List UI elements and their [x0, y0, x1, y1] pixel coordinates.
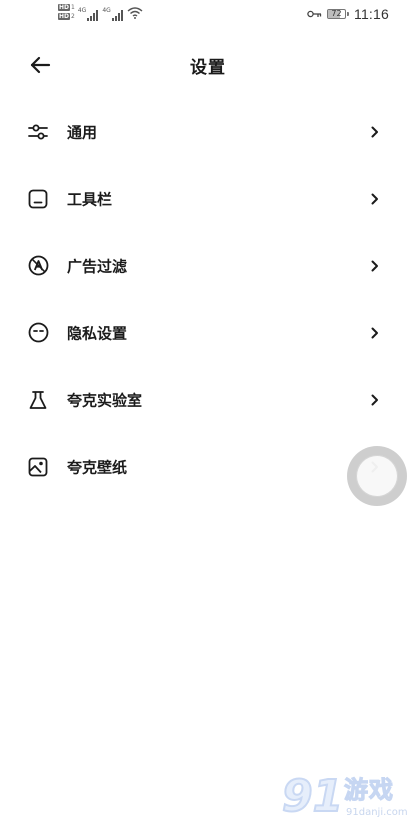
settings-item-ad-filter[interactable]: 广告过滤 [0, 232, 416, 299]
sliders-icon [27, 121, 49, 143]
wifi-icon [127, 3, 143, 19]
chevron-right-icon [369, 192, 381, 206]
settings-item-lab[interactable]: 夸克实验室 [0, 366, 416, 433]
settings-item-label: 通用 [67, 123, 98, 141]
status-bar-left: HD 1 HD 2 4G 4G [58, 3, 143, 21]
ad-filter-icon [27, 255, 49, 277]
hd-icon: HD 2 [58, 13, 75, 20]
signal-1-label: 4G [77, 7, 87, 14]
hd-icon: HD 1 [58, 4, 75, 11]
settings-list: 通用 工具栏 广告过滤 隐私设置 夸克实验室 夸克壁纸 [0, 98, 416, 500]
chevron-right-icon [369, 326, 381, 340]
battery-body: 72 [327, 9, 346, 19]
status-bar-right: 72 11:16 [307, 6, 389, 22]
settings-item-label: 广告过滤 [67, 257, 128, 275]
chevron-right-icon [369, 259, 381, 273]
status-bar: HD 1 HD 2 4G 4G 72 11:16 [0, 0, 416, 30]
hd-icons: HD 1 HD 2 [58, 4, 75, 20]
battery-tip [347, 12, 349, 16]
chevron-right-icon [369, 393, 381, 407]
watermark-url: 91danji.com [346, 807, 408, 818]
settings-item-label: 隐私设置 [67, 324, 128, 342]
battery-level: 72 [331, 9, 342, 18]
battery-icon: 72 [327, 9, 349, 19]
watermark-number: 91 [281, 771, 344, 822]
hd-badge-1-sub: 1 [71, 4, 75, 11]
privacy-icon [27, 322, 49, 344]
page-title: 设置 [190, 58, 226, 78]
signal-2-label: 4G [102, 7, 111, 14]
signal-icon: 4G [102, 7, 123, 21]
hd-badge-2-sub: 2 [71, 13, 75, 20]
header: 设置 [0, 40, 416, 90]
wallpaper-icon [27, 456, 49, 478]
assistive-touch-inner [356, 455, 398, 497]
key-icon [307, 10, 322, 18]
status-time: 11:16 [354, 6, 389, 22]
screen: HD 1 HD 2 4G 4G 72 11:16 设置 通用 工具栏 广告过滤 … [0, 0, 416, 829]
signal-icon: 4G [78, 7, 99, 21]
hd-badge-1-text: HD [58, 4, 71, 11]
watermark-text: 游戏 [344, 776, 394, 805]
chevron-right-icon [369, 125, 381, 139]
settings-item-general[interactable]: 通用 [0, 98, 416, 165]
flask-icon [27, 389, 49, 411]
settings-item-toolbar[interactable]: 工具栏 [0, 165, 416, 232]
settings-item-privacy[interactable]: 隐私设置 [0, 299, 416, 366]
settings-item-label: 工具栏 [67, 190, 113, 208]
toolbar-icon [27, 188, 49, 210]
settings-item-label: 夸克壁纸 [67, 458, 128, 476]
hd-badge-2-text: HD [58, 13, 71, 20]
settings-item-label: 夸克实验室 [67, 391, 143, 409]
assistive-touch-button[interactable] [347, 446, 407, 506]
watermark: 91 游戏 91danji.com [281, 771, 412, 826]
